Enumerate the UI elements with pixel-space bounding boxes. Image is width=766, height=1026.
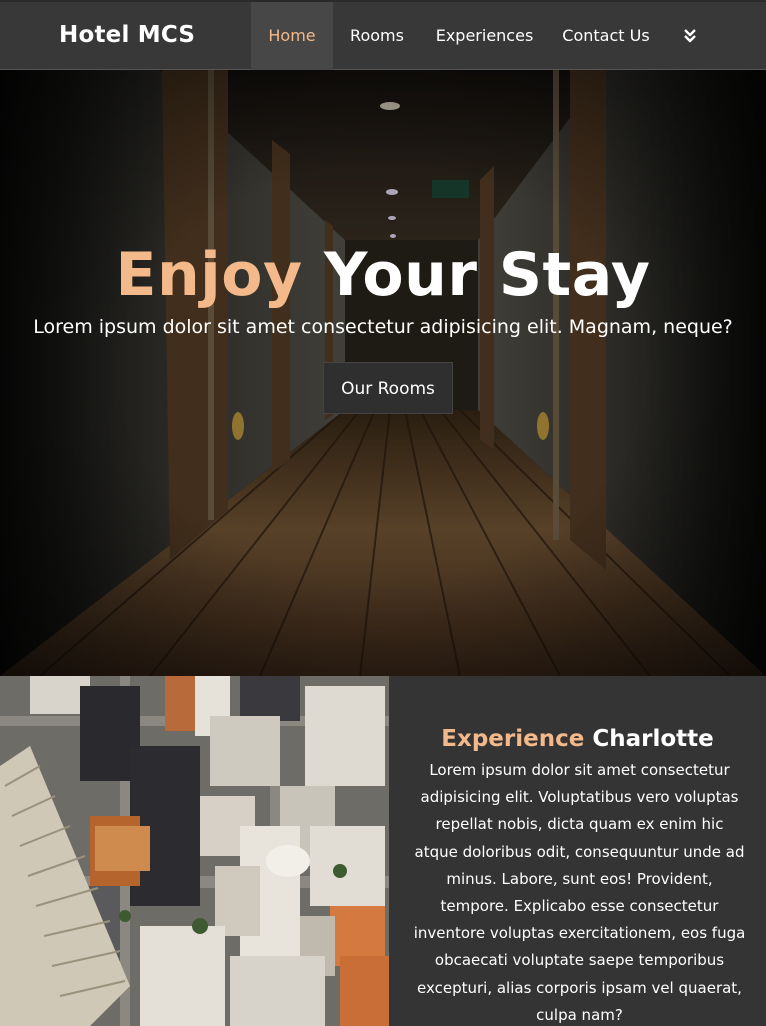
hero-title-accent: Enjoy: [115, 240, 303, 310]
hero-subtitle: Lorem ipsum dolor sit amet consectetur a…: [33, 316, 733, 338]
nav-item-contact-us[interactable]: Contact Us: [556, 2, 656, 70]
experience-panel: Experience Charlotte Lorem ipsum dolor s…: [389, 676, 766, 1026]
nav-item-experiences[interactable]: Experiences: [431, 2, 538, 70]
city-aerial-image: [0, 676, 389, 1026]
brand-logo[interactable]: Hotel MCS: [59, 22, 195, 48]
experience-title-accent: Experience: [441, 726, 585, 752]
experience-title-rest: Charlotte: [592, 726, 714, 752]
hero-title-rest: Your Stay: [323, 240, 651, 310]
experience-title: Experience Charlotte: [389, 726, 766, 752]
double-chevron-down-icon[interactable]: [680, 26, 700, 46]
our-rooms-button[interactable]: Our Rooms: [323, 362, 453, 414]
nav-item-rooms[interactable]: Rooms: [343, 2, 411, 70]
navbar: Hotel MCS Home Rooms Experiences Contact…: [0, 0, 766, 70]
nav-item-home[interactable]: Home: [251, 2, 333, 70]
hero-section: Enjoy Your Stay Lorem ipsum dolor sit am…: [0, 70, 766, 676]
hero-title: Enjoy Your Stay: [0, 240, 766, 310]
experience-body: Lorem ipsum dolor sit amet consectetur a…: [413, 761, 746, 1024]
